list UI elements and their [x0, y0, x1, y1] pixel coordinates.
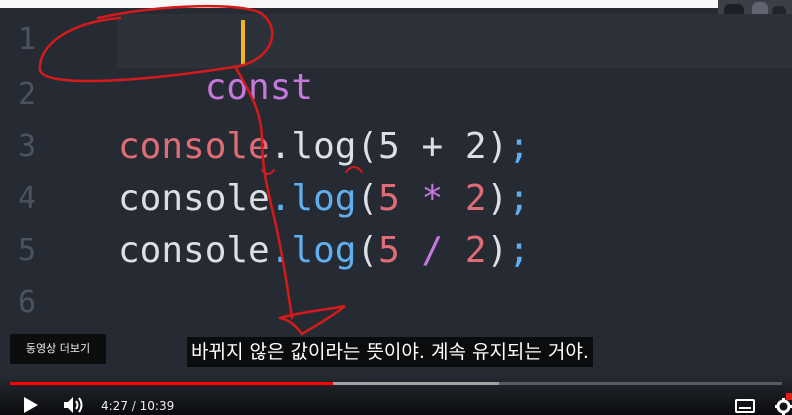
code-line-5: console.log(5 / 2);: [118, 228, 530, 274]
volume-icon[interactable]: [63, 396, 87, 414]
text-cursor: [241, 20, 245, 66]
log-method: log: [291, 126, 357, 167]
dot: .: [269, 230, 292, 271]
line-number-3: 3: [18, 129, 37, 164]
number-literal: 5: [378, 178, 400, 219]
dot: .: [269, 126, 292, 167]
code-line-3: console.log(5 + 2);: [118, 124, 530, 170]
paren-close: ): [486, 126, 509, 167]
number-literal: 5: [378, 126, 400, 167]
current-time: 4:27: [101, 399, 128, 413]
line-number-2: 2: [18, 77, 37, 112]
line-number-4: 4: [18, 181, 37, 216]
paren-open: (: [356, 178, 379, 219]
log-method: log: [291, 178, 357, 219]
number-literal: 2: [464, 230, 487, 271]
semicolon: ;: [508, 126, 530, 167]
paren-close: ): [486, 178, 509, 219]
play-button[interactable]: [24, 397, 38, 413]
duration: 10:39: [139, 399, 175, 413]
number-literal: 2: [464, 178, 487, 219]
paren-open: (: [356, 126, 379, 167]
log-method: log: [291, 230, 357, 271]
number-literal: 2: [464, 126, 487, 167]
console-object: console: [118, 230, 270, 271]
operator: /: [399, 230, 465, 271]
time-display: 4:27 / 10:39: [101, 398, 174, 414]
semicolon: ;: [508, 178, 530, 219]
console-object: console: [118, 126, 270, 167]
keyword-const: const: [204, 67, 314, 108]
line-number-1: 1: [18, 22, 37, 57]
operator: +: [399, 126, 465, 167]
code-line-4: console.log(5 * 2);: [118, 176, 530, 222]
console-object: console: [118, 178, 270, 219]
line-number-6: 6: [18, 285, 37, 320]
hd-badge: [786, 393, 792, 400]
semicolon: ;: [508, 230, 530, 271]
paren-close: ): [486, 230, 509, 271]
time-separator: /: [127, 399, 140, 413]
number-literal: 5: [378, 230, 400, 271]
paren-open: (: [356, 230, 379, 271]
operator: *: [399, 178, 465, 219]
subtitles-icon[interactable]: [735, 399, 755, 413]
video-top-band: [0, 0, 792, 8]
video-frame[interactable]: 1 2 3 4 5 6 const console.log(5 + 2); co…: [0, 0, 792, 415]
dot: .: [269, 178, 292, 219]
line-number-5: 5: [18, 233, 37, 268]
progress-bar[interactable]: [10, 382, 782, 385]
more-videos-button[interactable]: 동영상 더보기: [10, 334, 106, 364]
progress-played: [10, 382, 333, 385]
subtitle-caption: 바뀌지 않은 값이라는 뜻이야. 계속 유지되는 거야.: [187, 337, 593, 367]
